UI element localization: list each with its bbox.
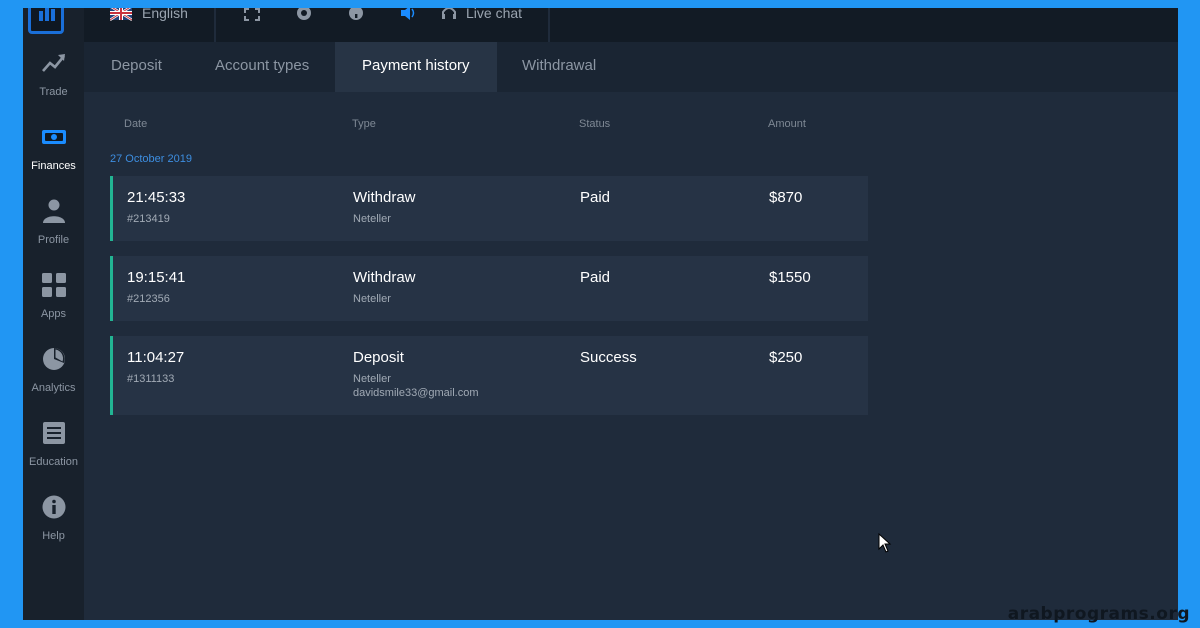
payment-email: davidsmile33@gmail.com: [353, 387, 479, 399]
sidebar-item-label: Profile: [37, 234, 70, 246]
transaction-status: Paid: [580, 269, 611, 286]
transaction-type: Withdraw: [353, 189, 416, 206]
grid-icon: [41, 273, 66, 297]
sidebar-item-profile[interactable]: Profile: [23, 198, 84, 260]
sidebar-item-finances[interactable]: Finances: [23, 124, 84, 186]
app-window: Trade Finances Profile Apps Analytics Ed…: [23, 8, 1178, 620]
column-header-status: Status: [579, 118, 611, 130]
table-row[interactable]: 19:15:41 #212356 Withdraw Neteller Paid …: [110, 256, 868, 321]
headset-icon: [442, 8, 456, 19]
sidebar-item-analytics[interactable]: Analytics: [23, 346, 84, 408]
tab-deposit[interactable]: Deposit: [84, 42, 189, 92]
brand-logo[interactable]: [28, 8, 64, 34]
transaction-type: Deposit: [353, 349, 404, 366]
sidebar-item-label: Trade: [39, 86, 68, 98]
payment-method: Neteller: [353, 373, 391, 385]
transaction-id: #1311133: [127, 373, 175, 385]
table-row[interactable]: 11:04:27 #1311133 Deposit Neteller david…: [110, 336, 868, 415]
transaction-amount: $1550: [769, 269, 811, 286]
transaction-status: Paid: [580, 189, 611, 206]
transaction-id: #212356: [127, 293, 170, 305]
sidebar-item-label: Analytics: [31, 382, 76, 394]
fullscreen-icon[interactable]: [244, 8, 260, 21]
sidebar-item-apps[interactable]: Apps: [23, 272, 84, 334]
tab-account-types[interactable]: Account types: [188, 42, 336, 92]
sidebar-item-label: Education: [29, 456, 78, 468]
uk-flag-icon: [110, 8, 132, 22]
transaction-time: 11:04:27: [127, 349, 185, 366]
transaction-time: 19:15:41: [127, 269, 186, 286]
sidebar-item-help[interactable]: Help: [23, 494, 84, 556]
date-group-label: 27 October 2019: [110, 153, 192, 165]
transaction-status: Success: [580, 349, 637, 366]
watermark: arabprograms.org: [1007, 604, 1190, 624]
trend-up-icon: [41, 54, 65, 72]
top-bar: English Live chat: [84, 8, 1178, 42]
sidebar-item-education[interactable]: Education: [23, 420, 84, 482]
money-icon: [41, 130, 66, 144]
settings-gear-icon[interactable]: [296, 8, 312, 21]
table-row[interactable]: 21:45:33 #213419 Withdraw Neteller Paid …: [110, 176, 868, 241]
sidebar-item-trade[interactable]: Trade: [23, 50, 84, 112]
info-icon: [42, 495, 65, 519]
user-icon: [42, 199, 65, 223]
sidebar: Trade Finances Profile Apps Analytics Ed…: [23, 8, 84, 620]
payment-method: Neteller: [353, 293, 391, 305]
language-selector[interactable]: English: [142, 8, 188, 21]
column-header-amount: Amount: [768, 118, 806, 130]
book-icon: [42, 422, 65, 444]
sidebar-item-label: Apps: [40, 308, 67, 320]
sidebar-item-label: Help: [42, 530, 65, 542]
transaction-id: #213419: [127, 213, 170, 225]
transaction-type: Withdraw: [353, 269, 416, 286]
payment-method: Neteller: [353, 213, 391, 225]
column-header-type: Type: [352, 118, 376, 130]
finance-tabs: Deposit Account types Payment history Wi…: [84, 42, 1178, 92]
help-icon[interactable]: [348, 8, 364, 21]
tab-withdrawal[interactable]: Withdrawal: [495, 42, 623, 92]
live-chat-link[interactable]: Live chat: [466, 8, 522, 21]
mouse-cursor-icon: [878, 533, 892, 553]
tab-payment-history[interactable]: Payment history: [335, 42, 497, 92]
transaction-amount: $870: [769, 189, 803, 206]
sound-icon[interactable]: [400, 8, 416, 21]
transaction-time: 21:45:33: [127, 189, 186, 206]
pie-chart-icon: [42, 348, 65, 370]
column-header-date: Date: [124, 118, 148, 130]
sidebar-item-label: Finances: [31, 160, 76, 172]
transaction-amount: $250: [769, 349, 803, 366]
